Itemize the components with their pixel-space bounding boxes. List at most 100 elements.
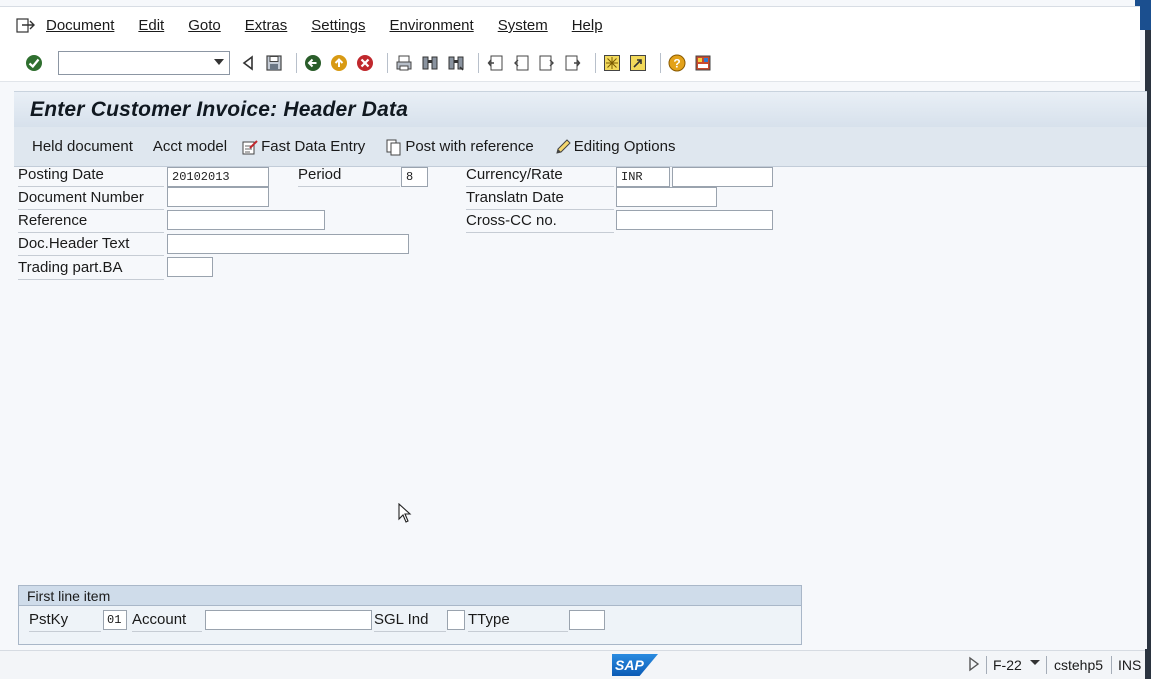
- command-field[interactable]: [58, 50, 230, 75]
- post-with-reference-button[interactable]: Post with reference: [385, 138, 534, 156]
- editing-options-label: Editing Options: [573, 138, 676, 155]
- first-page-icon[interactable]: [485, 53, 505, 73]
- menu-extras-label: Extras: [244, 17, 288, 34]
- toolbar-separator: [387, 52, 388, 73]
- transaction-dropdown-icon[interactable]: [1030, 655, 1040, 672]
- page-title: Enter Customer Invoice: Header Data: [30, 97, 409, 121]
- exchange-rate-field[interactable]: [672, 167, 773, 187]
- status-separator: [986, 656, 987, 674]
- doc-header-text-field[interactable]: [167, 234, 409, 254]
- find-next-icon[interactable]: [446, 53, 466, 73]
- sgl-ind-field[interactable]: [447, 610, 465, 630]
- document-number-field[interactable]: [167, 187, 269, 207]
- trading-part-field[interactable]: [167, 257, 213, 277]
- menu-edit-label: Edit: [138, 17, 165, 34]
- svg-text:?: ?: [673, 56, 680, 70]
- back-triangle-icon[interactable]: [238, 53, 258, 73]
- first-line-item-title: First line item: [19, 586, 801, 606]
- account-field[interactable]: [205, 610, 372, 630]
- held-document-label: Held document: [32, 138, 133, 155]
- toolbar-separator: [660, 52, 661, 73]
- help-icon[interactable]: ?: [667, 53, 687, 73]
- menu-environment[interactable]: Environment: [389, 17, 473, 34]
- menu-help-label: Help: [571, 17, 603, 34]
- toolbar-separator: [296, 52, 297, 73]
- back-icon[interactable]: [303, 53, 323, 73]
- sap-window: Document Edit Goto Extras Settings Envir…: [0, 0, 1151, 679]
- posting-date-field[interactable]: 20102013: [167, 167, 269, 187]
- menu-settings[interactable]: Settings: [311, 17, 365, 34]
- cross-cc-field[interactable]: [616, 210, 773, 230]
- post-with-reference-label: Post with reference: [405, 138, 534, 155]
- application-toolbar: Held document Acct model Fast Data Entry…: [14, 127, 1147, 167]
- currency-rate-label: Currency/Rate: [466, 165, 614, 187]
- held-document-button[interactable]: Held document: [32, 138, 133, 155]
- doc-header-text-label: Doc.Header Text: [18, 234, 164, 256]
- exit-icon[interactable]: [329, 53, 349, 73]
- save-icon[interactable]: [264, 53, 284, 73]
- header-data-form: Posting Date 20102013 Period 8 Currency/…: [14, 165, 1147, 649]
- toolbar-separator: [478, 52, 479, 73]
- menu-document-label: Document: [46, 17, 115, 34]
- transaction-code[interactable]: F-22: [993, 657, 1022, 673]
- next-page-icon[interactable]: [537, 53, 557, 73]
- pencil-icon: [554, 138, 572, 156]
- create-session-icon[interactable]: [602, 53, 622, 73]
- document-number-label: Document Number: [18, 188, 164, 210]
- menu-goto[interactable]: Goto: [188, 17, 221, 34]
- cancel-icon[interactable]: [355, 53, 375, 73]
- account-label: Account: [132, 610, 202, 632]
- insert-mode[interactable]: INS: [1118, 657, 1141, 673]
- copy-document-icon: [385, 138, 403, 156]
- previous-page-icon[interactable]: [511, 53, 531, 73]
- menu-system[interactable]: System: [498, 17, 548, 34]
- pstky-field[interactable]: 01: [103, 610, 127, 630]
- find-icon[interactable]: [420, 53, 440, 73]
- menu-extras[interactable]: Extras: [245, 17, 288, 34]
- title-bar: Enter Customer Invoice: Header Data: [14, 91, 1147, 127]
- menu-document[interactable]: Document: [46, 17, 114, 34]
- menu-settings-label: Settings: [311, 17, 366, 34]
- menu-goto-label: Goto: [188, 17, 221, 34]
- acct-model-label: Acct model: [152, 138, 228, 155]
- status-expand-icon[interactable]: [968, 656, 980, 675]
- reference-label: Reference: [18, 211, 164, 233]
- pstky-label: PstKy: [29, 610, 101, 632]
- period-label: Period: [298, 165, 400, 187]
- toolbar-separator: [595, 52, 596, 73]
- ttype-field[interactable]: [569, 610, 605, 630]
- menu-environment-label: Environment: [389, 17, 474, 34]
- reference-field[interactable]: [167, 210, 325, 230]
- fast-data-entry-button[interactable]: Fast Data Entry: [241, 138, 365, 156]
- acct-model-button[interactable]: Acct model: [153, 138, 227, 155]
- enter-icon[interactable]: [24, 53, 44, 73]
- menu-help[interactable]: Help: [572, 17, 603, 34]
- currency-field[interactable]: INR: [616, 167, 670, 187]
- fast-data-entry-label: Fast Data Entry: [261, 138, 366, 155]
- status-separator: [1046, 656, 1047, 674]
- ttype-label: TType: [468, 610, 568, 632]
- chevron-down-icon[interactable]: [214, 58, 224, 65]
- period-field[interactable]: 8: [401, 167, 428, 187]
- sap-logo: SAP: [612, 654, 658, 676]
- translatn-date-field[interactable]: [616, 187, 717, 207]
- menu-bar: Document Edit Goto Extras Settings Envir…: [0, 6, 1140, 44]
- shortcut-icon[interactable]: [628, 53, 648, 73]
- status-separator: [1111, 656, 1112, 674]
- cross-cc-label: Cross-CC no.: [466, 211, 614, 233]
- first-line-item-group: First line item PstKy 01 Account SGL Ind…: [18, 585, 802, 645]
- menu-system-label: System: [497, 17, 548, 34]
- mouse-cursor-icon: [398, 502, 412, 526]
- posting-date-label: Posting Date: [18, 165, 164, 187]
- last-page-icon[interactable]: [563, 53, 583, 73]
- system-menu-icon[interactable]: [12, 16, 40, 36]
- menu-edit[interactable]: Edit: [138, 17, 164, 34]
- status-bar: SAP F-22 cstehp5 INS: [0, 650, 1145, 679]
- server-name: cstehp5: [1054, 657, 1104, 673]
- print-icon[interactable]: [394, 53, 414, 73]
- fast-entry-icon: [241, 138, 259, 156]
- trading-part-label: Trading part.BA: [18, 258, 164, 280]
- sgl-ind-label: SGL Ind: [374, 610, 446, 632]
- customize-layout-icon[interactable]: [693, 53, 713, 73]
- editing-options-button[interactable]: Editing Options: [554, 138, 676, 156]
